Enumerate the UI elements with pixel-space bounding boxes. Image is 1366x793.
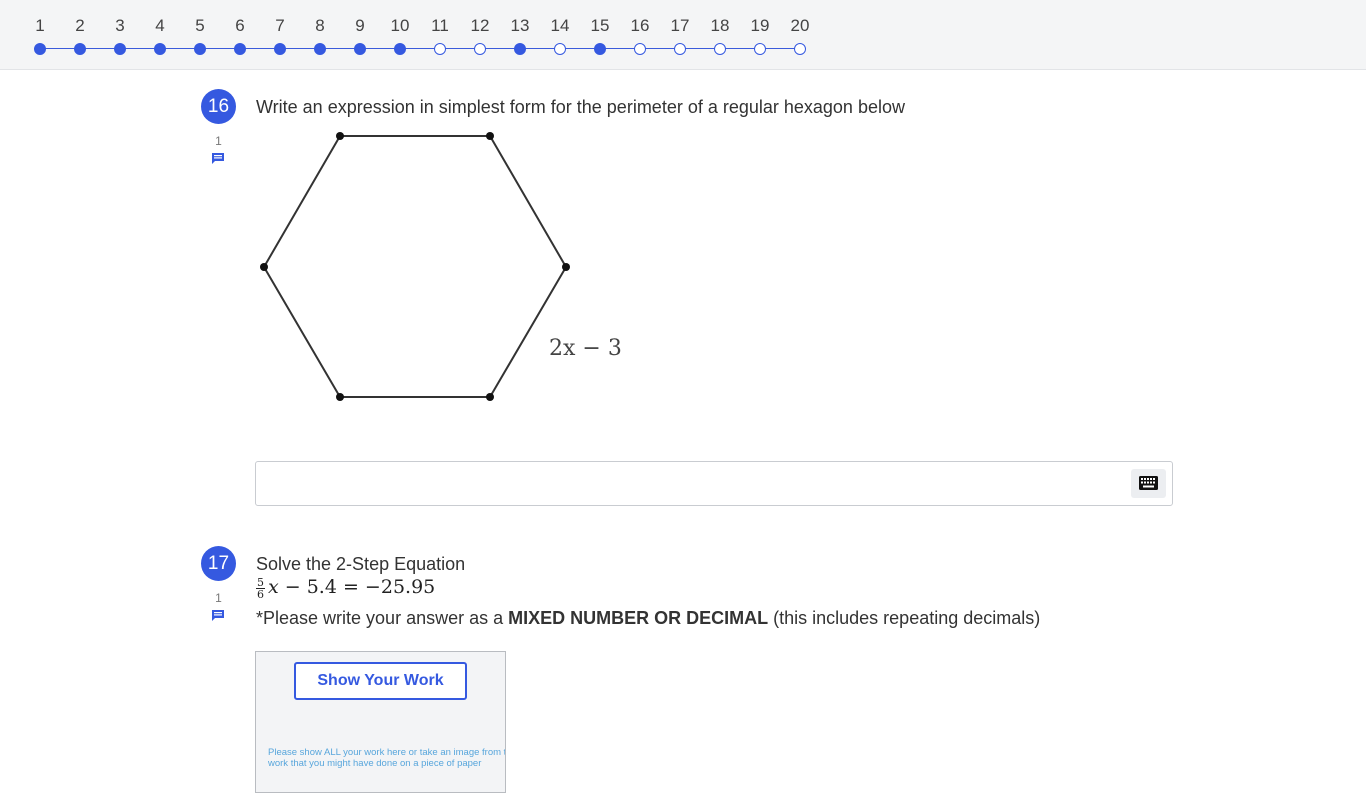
- nav-question-number: 2: [75, 16, 85, 35]
- nav-question-10[interactable]: 10: [380, 0, 420, 69]
- answered-status-dot: [514, 43, 526, 55]
- unanswered-status-dot: [754, 43, 766, 55]
- instruction-emphasis: MIXED NUMBER OR DECIMAL: [508, 608, 769, 628]
- equation-rest: − 5.4 = −25.95: [278, 576, 436, 598]
- nav-question-number: 4: [155, 16, 165, 35]
- question-number-badge: 17: [201, 546, 236, 581]
- hexagon-vertex: [260, 263, 268, 271]
- nav-question-number: 19: [750, 16, 770, 35]
- nav-question-18[interactable]: 18: [700, 0, 740, 69]
- unanswered-status-dot: [434, 43, 446, 55]
- nav-question-19[interactable]: 19: [740, 0, 780, 69]
- hexagon-shape: [262, 135, 568, 398]
- nav-question-20[interactable]: 20: [780, 0, 820, 69]
- nav-question-8[interactable]: 8: [300, 0, 340, 69]
- answered-status-dot: [194, 43, 206, 55]
- show-work-panel: Show Your Work Please show ALL your work…: [255, 651, 506, 793]
- nav-question-number: 16: [630, 16, 650, 35]
- unanswered-status-dot: [714, 43, 726, 55]
- nav-question-16[interactable]: 16: [620, 0, 660, 69]
- fraction-denominator: 6: [257, 587, 264, 601]
- nav-question-number: 9: [355, 16, 365, 35]
- hexagon-figure: 2x − 3: [260, 132, 622, 401]
- nav-question-number: 1: [35, 16, 45, 35]
- question-response-count: 1: [215, 134, 222, 148]
- equation: 5 6 x − 5.4 = −25.95: [256, 576, 435, 600]
- hexagon-vertex: [486, 393, 494, 401]
- fraction-numerator: 5: [256, 575, 265, 589]
- question-navigator: 1 2 3 4 5 6 7 8 9 10 11 12 13 14 15 16 17 18 19 20: [0, 0, 1366, 70]
- comment-icon[interactable]: [211, 152, 225, 165]
- answered-status-dot: [394, 43, 406, 55]
- instruction-text-end: (this includes repeating decimals): [768, 608, 1041, 628]
- show-work-hint: Please show ALL your work here or take a…: [268, 747, 506, 769]
- answered-status-dot: [234, 43, 246, 55]
- side-length-label: 2x − 3: [549, 336, 622, 361]
- nav-question-6[interactable]: 6: [220, 0, 260, 69]
- answer-input[interactable]: [255, 461, 1173, 506]
- nav-question-9[interactable]: 9: [340, 0, 380, 69]
- nav-question-7[interactable]: 7: [260, 0, 300, 69]
- unanswered-status-dot: [674, 43, 686, 55]
- nav-question-5[interactable]: 5: [180, 0, 220, 69]
- answer-instruction: *Please write your answer as a MIXED NUM…: [256, 608, 1040, 629]
- unanswered-status-dot: [554, 43, 566, 55]
- answered-status-dot: [274, 43, 286, 55]
- nav-question-2[interactable]: 2: [60, 0, 100, 69]
- nav-question-number: 14: [550, 16, 570, 35]
- nav-question-number: 13: [510, 16, 530, 35]
- nav-question-number: 12: [470, 16, 490, 35]
- answered-status-dot: [154, 43, 166, 55]
- nav-question-number: 20: [790, 16, 810, 35]
- equation-fraction: 5 6: [256, 577, 265, 600]
- nav-question-4[interactable]: 4: [140, 0, 180, 69]
- unanswered-status-dot: [634, 43, 646, 55]
- question-title: Solve the 2-Step Equation: [256, 554, 466, 574]
- nav-question-13[interactable]: 13: [500, 0, 540, 69]
- nav-question-12[interactable]: 12: [460, 0, 500, 69]
- show-your-work-button[interactable]: Show Your Work: [294, 662, 467, 700]
- nav-question-number: 6: [235, 16, 245, 35]
- answered-status-dot: [34, 43, 46, 55]
- hexagon-vertex: [336, 393, 344, 401]
- nav-question-number: 8: [315, 16, 325, 35]
- answered-status-dot: [314, 43, 326, 55]
- nav-question-number: 5: [195, 16, 205, 35]
- unanswered-status-dot: [794, 43, 806, 55]
- unanswered-status-dot: [474, 43, 486, 55]
- comment-icon[interactable]: [211, 609, 225, 622]
- nav-question-number: 15: [590, 16, 610, 35]
- question-prompt: Write an expression in simplest form for…: [256, 97, 905, 117]
- nav-question-17[interactable]: 17: [660, 0, 700, 69]
- nav-question-number: 3: [115, 16, 125, 35]
- nav-question-number: 10: [390, 16, 410, 35]
- equation-variable: x: [268, 576, 279, 598]
- nav-question-1[interactable]: 1: [20, 0, 60, 69]
- hexagon-vertex: [562, 263, 570, 271]
- instruction-text: *Please write your answer as a: [256, 608, 509, 628]
- nav-question-3[interactable]: 3: [100, 0, 140, 69]
- hexagon-vertex: [336, 132, 344, 140]
- nav-question-number: 17: [670, 16, 690, 35]
- keyboard-icon: [1139, 476, 1158, 490]
- hexagon-vertex: [486, 132, 494, 140]
- question-response-count: 1: [215, 591, 222, 605]
- answered-status-dot: [114, 43, 126, 55]
- nav-question-number: 11: [431, 16, 449, 35]
- nav-question-14[interactable]: 14: [540, 0, 580, 69]
- question-number-badge: 16: [201, 89, 236, 124]
- answered-status-dot: [594, 43, 606, 55]
- nav-question-11[interactable]: 11: [420, 0, 460, 69]
- nav-question-number: 18: [710, 16, 730, 35]
- nav-question-number: 7: [275, 16, 285, 35]
- math-keyboard-button[interactable]: [1131, 469, 1166, 498]
- answered-status-dot: [354, 43, 366, 55]
- nav-question-15[interactable]: 15: [580, 0, 620, 69]
- answered-status-dot: [74, 43, 86, 55]
